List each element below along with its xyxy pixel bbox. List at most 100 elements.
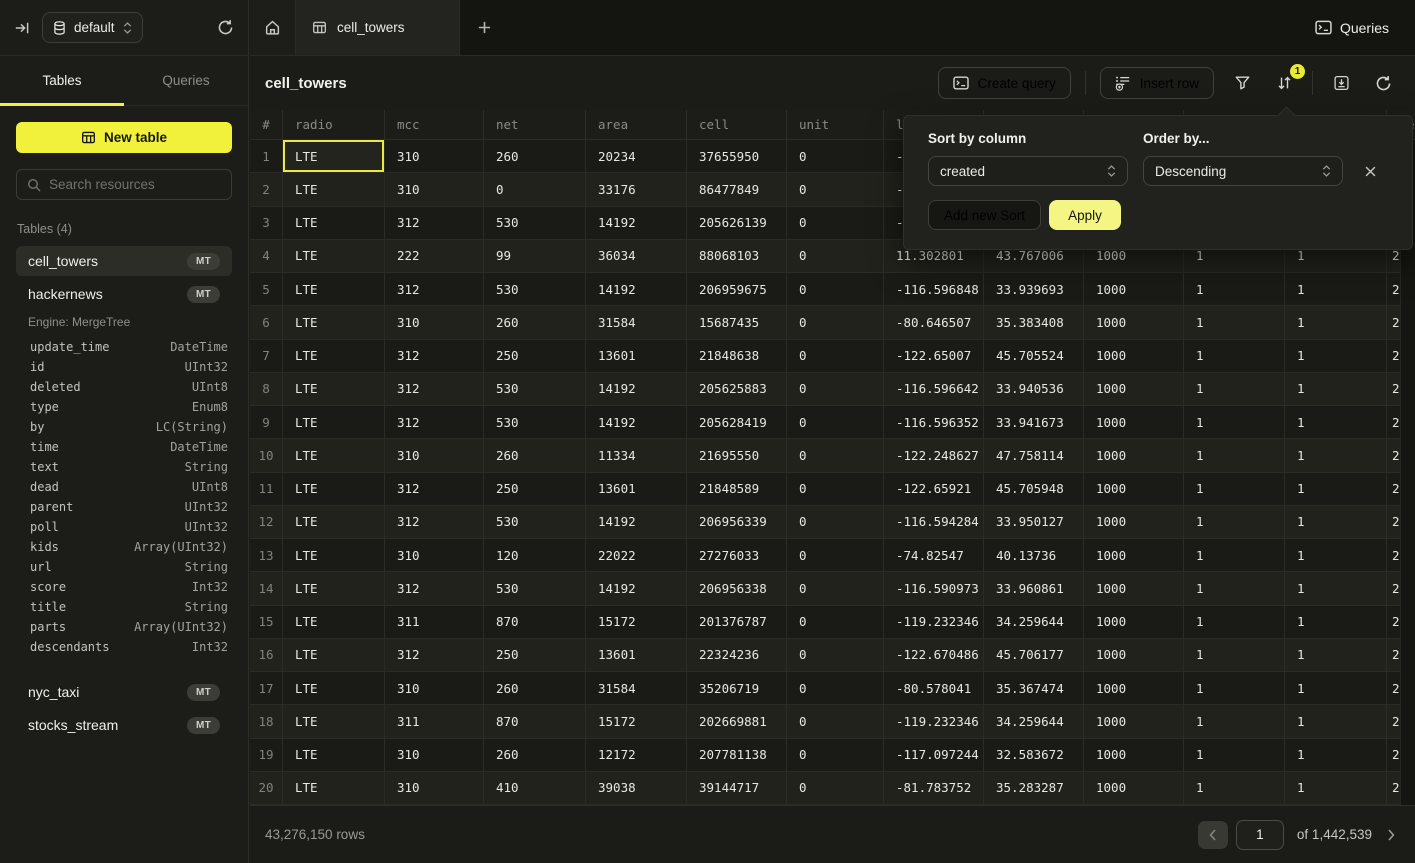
table-cell[interactable]: 1 [1285,705,1387,737]
table-cell[interactable]: 1000 [1084,406,1184,438]
table-cell[interactable]: 202669881 [687,705,787,737]
table-cell[interactable]: 1 [1184,705,1285,737]
table-cell[interactable]: 0 [787,373,884,405]
table-cell[interactable]: 31584 [586,306,687,338]
table-cell[interactable]: 1 [1184,340,1285,372]
table-cell[interactable]: 0 [787,207,884,239]
table-cell[interactable]: 205626139 [687,207,787,239]
sort-column-select[interactable]: created [928,156,1128,186]
table-cell[interactable]: -116.596642 [884,373,984,405]
table-cell[interactable]: 1000 [1084,572,1184,604]
sidebar-item-cell_towers[interactable]: cell_towersMT [16,246,232,276]
table-cell[interactable]: LTE [283,739,385,771]
table-cell[interactable]: -81.783752 [884,772,984,804]
table-cell[interactable]: 22324236 [687,639,787,671]
table-cell[interactable]: 14192 [586,572,687,604]
table-cell[interactable]: 0 [787,672,884,704]
table-cell[interactable]: 1 [1285,606,1387,638]
table-cell[interactable]: 15687435 [687,306,787,338]
table-cell[interactable]: 14192 [586,207,687,239]
table-cell[interactable]: 1 [1184,506,1285,538]
table-cell[interactable]: 312 [385,406,484,438]
table-cell[interactable]: 22022 [586,539,687,571]
table-cell[interactable]: 1000 [1084,772,1184,804]
table-cell[interactable]: 1000 [1084,606,1184,638]
column-header-area[interactable]: area [586,110,687,139]
sort-order-select[interactable]: Descending [1143,156,1343,186]
table-cell[interactable]: 1 [1184,406,1285,438]
table-cell[interactable]: -122.65921 [884,473,984,505]
table-cell[interactable]: 260 [484,672,586,704]
table-cell[interactable]: 1 [1184,639,1285,671]
table-cell[interactable]: 1 [1184,739,1285,771]
table-cell[interactable]: 33.941673 [984,406,1084,438]
table-cell[interactable]: 34.259644 [984,606,1084,638]
table-cell[interactable]: 12172 [586,739,687,771]
table-cell[interactable]: 310 [385,772,484,804]
table-cell[interactable]: 35206719 [687,672,787,704]
table-cell[interactable]: -119.232346 [884,606,984,638]
table-cell[interactable]: 1 [1285,772,1387,804]
table-cell[interactable]: 0 [484,173,586,205]
table-cell[interactable]: -122.248627 [884,439,984,471]
table-cell[interactable]: 1 [1285,739,1387,771]
table-cell[interactable]: 1000 [1084,306,1184,338]
table-cell[interactable]: 47.758114 [984,439,1084,471]
table-cell[interactable]: 530 [484,207,586,239]
table-cell[interactable]: 21848638 [687,340,787,372]
table-cell[interactable]: 0 [787,705,884,737]
next-page-button[interactable] [1387,829,1395,841]
table-cell[interactable]: LTE [283,772,385,804]
table-cell[interactable]: 312 [385,506,484,538]
table-cell[interactable]: -119.232346 [884,705,984,737]
table-cell[interactable]: 21848589 [687,473,787,505]
table-cell[interactable]: 250 [484,340,586,372]
table-cell[interactable]: 410 [484,772,586,804]
table-cell[interactable]: 1 [1285,506,1387,538]
table-cell[interactable]: 1000 [1084,473,1184,505]
table-cell[interactable]: 14192 [586,406,687,438]
table-cell[interactable]: LTE [283,406,385,438]
table-cell[interactable]: 45.705948 [984,473,1084,505]
table-cell[interactable]: 260 [484,739,586,771]
table-cell[interactable]: 11334 [586,439,687,471]
table-cell[interactable]: 1 [1184,772,1285,804]
table-cell[interactable]: LTE [283,373,385,405]
sidebar-refresh-button[interactable] [217,19,234,36]
table-cell[interactable]: 0 [787,406,884,438]
table-cell[interactable]: 32.583672 [984,739,1084,771]
table-cell[interactable]: 1 [1184,572,1285,604]
table-cell[interactable]: 33.960861 [984,572,1084,604]
table-cell[interactable]: 45.705524 [984,340,1084,372]
table-cell[interactable]: 0 [787,173,884,205]
sidebar-item-hackernews[interactable]: hackernewsMT [16,279,232,309]
table-cell[interactable]: -74.82547 [884,539,984,571]
table-cell[interactable]: 13601 [586,639,687,671]
table-cell[interactable]: 530 [484,572,586,604]
table-cell[interactable]: 0 [787,340,884,372]
table-cell[interactable]: 206956338 [687,572,787,604]
table-cell[interactable]: 1 [1184,606,1285,638]
table-cell[interactable]: 205628419 [687,406,787,438]
table-cell[interactable]: LTE [283,340,385,372]
table-cell[interactable]: 1000 [1084,705,1184,737]
table-cell[interactable]: 45.706177 [984,639,1084,671]
table-cell[interactable]: 260 [484,306,586,338]
table-cell[interactable]: 40.13736 [984,539,1084,571]
selected-cell[interactable]: LTE [283,140,385,172]
page-number-input[interactable] [1236,820,1284,850]
table-cell[interactable]: 1000 [1084,739,1184,771]
column-header-row-number[interactable]: # [250,110,283,139]
database-selector[interactable]: default [42,12,143,43]
sort-button[interactable]: 1 [1270,69,1298,97]
table-cell[interactable]: 312 [385,572,484,604]
table-cell[interactable]: 1 [1184,672,1285,704]
table-cell[interactable]: -116.596848 [884,273,984,305]
table-cell[interactable]: 0 [787,739,884,771]
table-cell[interactable]: 0 [787,273,884,305]
column-header-unit[interactable]: unit [787,110,884,139]
table-cell[interactable]: LTE [283,572,385,604]
table-cell[interactable]: 0 [787,473,884,505]
tab-queries[interactable]: Queries [124,56,248,105]
table-cell[interactable]: 0 [787,439,884,471]
